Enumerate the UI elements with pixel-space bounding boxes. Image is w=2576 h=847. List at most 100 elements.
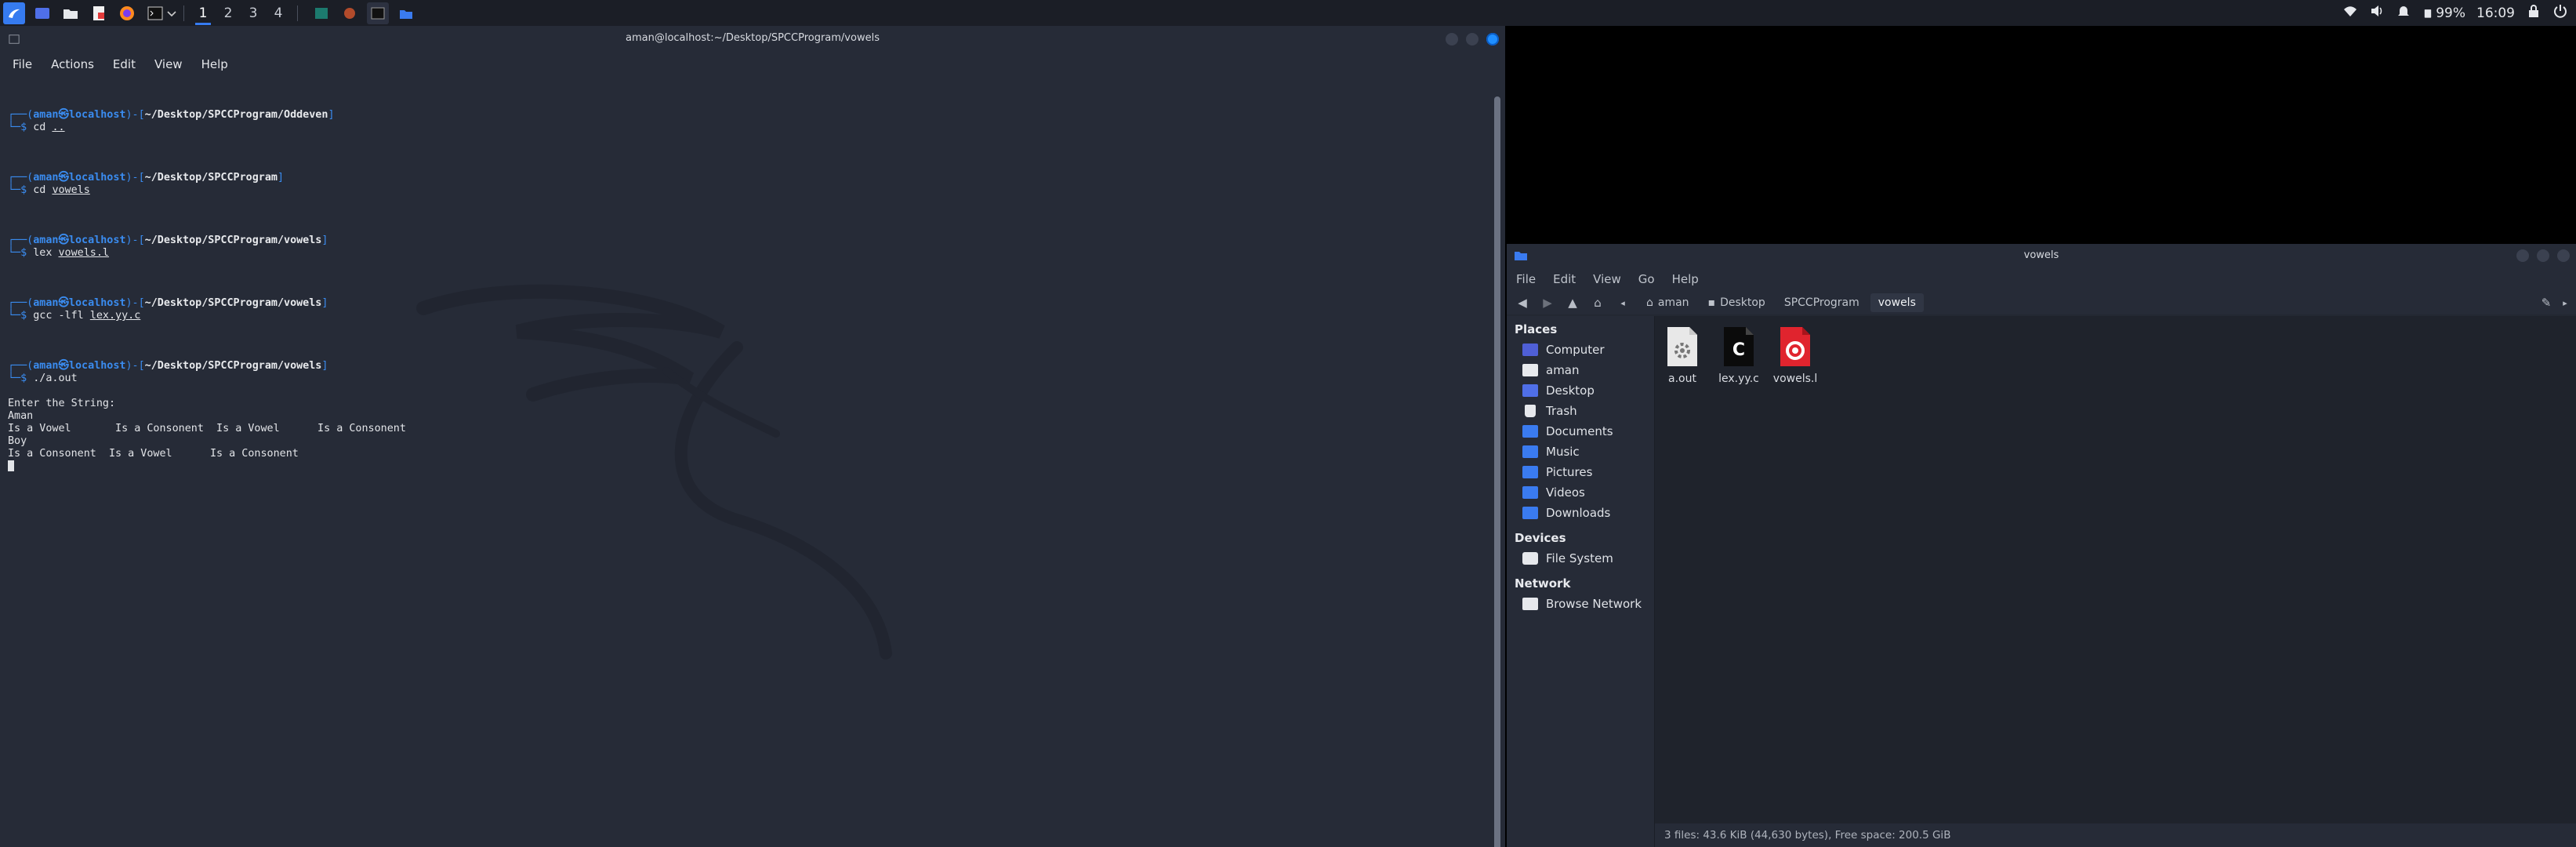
- home-icon[interactable]: ⌂: [1588, 293, 1607, 312]
- sidebar-item-label: Pictures: [1546, 465, 1593, 479]
- sidebar-item-trash[interactable]: Trash: [1507, 401, 1654, 421]
- breadcrumb-aman[interactable]: ⌂ aman: [1638, 293, 1697, 312]
- program-output-line: Boy: [8, 435, 27, 447]
- workspace-4[interactable]: 4: [266, 0, 291, 26]
- maximize-button[interactable]: [2537, 249, 2549, 262]
- command: gcc -lfl: [33, 310, 84, 322]
- minimize-button[interactable]: [2516, 249, 2529, 262]
- file-item-lex-yy-c[interactable]: C lex.yy.c: [1711, 325, 1766, 385]
- prompt-path: ~/Desktop/SPCCProgram: [144, 172, 278, 184]
- workspace-2[interactable]: 2: [216, 0, 241, 26]
- forward-arrow-icon[interactable]: ▶: [1538, 293, 1557, 312]
- file-item-vowels-l[interactable]: vowels.l: [1768, 325, 1823, 385]
- file-manager-toolbar: ◀ ▶ ▲ ⌂ ◂ ⌂ aman ▪ Desktop SPCCProgram vow…: [1507, 291, 2576, 314]
- videos-folder-icon: [1522, 486, 1538, 499]
- task-terminal-icon[interactable]: [310, 2, 332, 24]
- text-editor-icon[interactable]: [88, 2, 110, 24]
- battery-indicator[interactable]: 99%: [2422, 5, 2465, 21]
- computer-icon: [1522, 344, 1538, 356]
- pictures-folder-icon: [1522, 466, 1538, 478]
- task-qterminal-icon[interactable]: [367, 2, 389, 24]
- battery-icon: [2425, 9, 2432, 18]
- prompt-path: ~/Desktop/SPCCProgram/vowels: [144, 297, 322, 309]
- up-arrow-icon[interactable]: ▲: [1563, 293, 1582, 312]
- sidebar-item-label: Trash: [1546, 404, 1577, 418]
- back-arrow-icon[interactable]: ◀: [1513, 293, 1532, 312]
- svg-text:C: C: [1732, 340, 1745, 360]
- c-source-file-icon: C: [1721, 325, 1757, 368]
- power-icon[interactable]: [2552, 3, 2568, 23]
- file-manager-titlebar[interactable]: vowels: [1507, 244, 2576, 267]
- file-view[interactable]: a.out C lex.yy.c vowels.l: [1655, 316, 2576, 823]
- sidebar-item-label: File System: [1546, 551, 1613, 565]
- show-desktop-icon[interactable]: [31, 2, 53, 24]
- sidebar-item-pictures[interactable]: Pictures: [1507, 462, 1654, 482]
- prompt-block: ┌──(aman㉿localhost)-[~/Desktop/SPCCProgr…: [8, 172, 285, 196]
- sidebar-item-computer[interactable]: Computer: [1507, 340, 1654, 360]
- menu-file[interactable]: File: [1516, 272, 1536, 286]
- terminal-scrollbar[interactable]: [1494, 96, 1500, 847]
- home-icon: ⌂: [1646, 296, 1653, 309]
- file-manager-window[interactable]: vowels File Edit View Go Help ◀ ▶ ▲ ⌂ ◂ …: [1507, 244, 2576, 847]
- breadcrumb-right-icon[interactable]: ▸: [2556, 293, 2574, 312]
- chevron-down-icon[interactable]: [166, 2, 177, 24]
- breadcrumb-vowels[interactable]: vowels: [1870, 293, 1924, 312]
- menu-edit[interactable]: Edit: [1553, 272, 1576, 286]
- close-button[interactable]: [1486, 33, 1499, 45]
- sidebar-item-browse-network[interactable]: Browse Network: [1507, 594, 1654, 614]
- sidebar-item-aman[interactable]: aman: [1507, 360, 1654, 380]
- menu-view[interactable]: View: [154, 57, 183, 71]
- menu-go[interactable]: Go: [1638, 272, 1655, 286]
- clock[interactable]: 16:09: [2476, 5, 2515, 21]
- volume-icon[interactable]: [2369, 3, 2385, 23]
- task-files-icon[interactable]: [395, 2, 417, 24]
- breadcrumb-spccprogram[interactable]: SPCCProgram: [1776, 293, 1867, 312]
- sidebar-item-desktop[interactable]: Desktop: [1507, 380, 1654, 401]
- notification-bell-icon[interactable]: [2396, 3, 2411, 23]
- command: cd: [33, 122, 46, 133]
- menu-help[interactable]: Help: [201, 57, 228, 71]
- sidebar-item-label: Downloads: [1546, 506, 1611, 520]
- sidebar-item-label: Computer: [1546, 343, 1605, 357]
- prompt-user: aman㉿localhost: [33, 109, 126, 121]
- menu-help[interactable]: Help: [1672, 272, 1699, 286]
- window-title: aman@localhost:~/Desktop/SPCCProgram/vow…: [626, 32, 880, 44]
- task-firefox-icon[interactable]: [339, 2, 361, 24]
- prompt-block: ┌──(aman㉿localhost)-[~/Desktop/SPCCProgr…: [8, 297, 328, 322]
- menu-edit[interactable]: Edit: [113, 57, 136, 71]
- lock-screen-icon[interactable]: [2526, 3, 2542, 23]
- file-manager-icon[interactable]: [60, 2, 82, 24]
- command: cd: [33, 184, 46, 196]
- menu-file[interactable]: File: [13, 57, 32, 71]
- desktop-icon: [1522, 384, 1538, 397]
- breadcrumb-left-icon[interactable]: ◂: [1613, 293, 1632, 312]
- sidebar-item-downloads[interactable]: Downloads: [1507, 503, 1654, 523]
- program-output-line: Is a Consonent Is a Vowel Is a Consonent: [8, 448, 299, 460]
- network-status-icon[interactable]: [2342, 3, 2358, 23]
- menu-view[interactable]: View: [1593, 272, 1621, 286]
- prompt-block: ┌──(aman㉿localhost)-[~/Desktop/SPCCProgr…: [8, 109, 335, 133]
- sidebar-item-documents[interactable]: Documents: [1507, 421, 1654, 442]
- workspace-3[interactable]: 3: [241, 0, 266, 26]
- workspace-1[interactable]: 1: [190, 0, 216, 26]
- sidebar-item-label: aman: [1546, 363, 1580, 377]
- minimize-button[interactable]: [1446, 33, 1458, 45]
- kali-menu-icon[interactable]: [3, 2, 25, 24]
- prompt-block: ┌──(aman㉿localhost)-[~/Desktop/SPCCProgr…: [8, 360, 328, 384]
- close-button[interactable]: [2557, 249, 2570, 262]
- firefox-icon[interactable]: [116, 2, 138, 24]
- edit-location-icon[interactable]: ✎: [2537, 293, 2556, 312]
- terminal-output[interactable]: ┌──(aman㉿localhost)-[~/Desktop/SPCCProgr…: [8, 84, 1482, 847]
- terminal-launcher-icon[interactable]: [144, 2, 166, 24]
- music-folder-icon: [1522, 445, 1538, 458]
- breadcrumb-desktop[interactable]: ▪ Desktop: [1700, 293, 1773, 312]
- terminal-window[interactable]: aman@localhost:~/Desktop/SPCCProgram/vow…: [0, 26, 1505, 847]
- file-item-a-out[interactable]: a.out: [1655, 325, 1710, 385]
- sidebar-item-music[interactable]: Music: [1507, 442, 1654, 462]
- sidebar-item-label: Videos: [1546, 485, 1585, 500]
- sidebar-item-file-system[interactable]: File System: [1507, 548, 1654, 569]
- sidebar-item-videos[interactable]: Videos: [1507, 482, 1654, 503]
- maximize-button[interactable]: [1466, 33, 1478, 45]
- terminal-titlebar[interactable]: aman@localhost:~/Desktop/SPCCProgram/vow…: [0, 26, 1505, 53]
- menu-actions[interactable]: Actions: [51, 57, 94, 71]
